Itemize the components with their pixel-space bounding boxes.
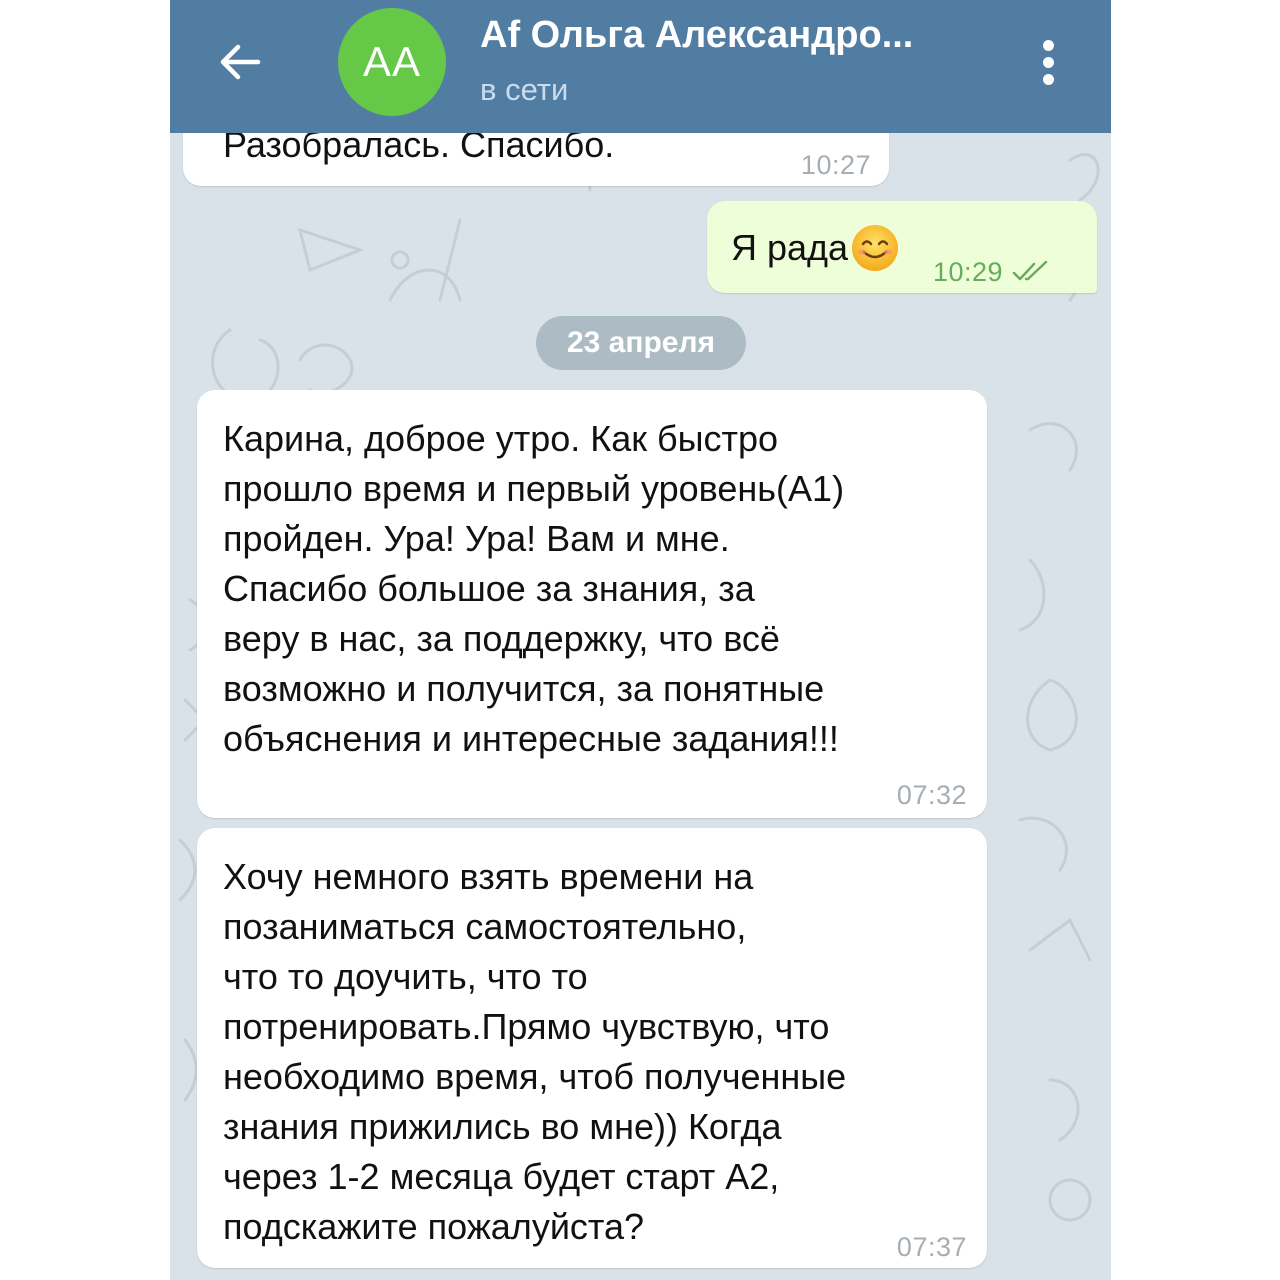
message-line: знания прижились во мне)) Когда	[223, 1106, 782, 1147]
message-line: потренировать.Прямо чувствую, что	[223, 1006, 830, 1047]
message-line: Спасибо большое за знания, за	[223, 568, 755, 609]
avatar-initials: AA	[362, 38, 422, 85]
date-separator: 23 апреля	[536, 316, 746, 370]
avatar[interactable]: AA	[338, 8, 446, 116]
message-text: Хочу немного взять времени на позанимать…	[223, 852, 973, 1252]
double-check-icon	[1012, 260, 1048, 281]
more-vert-icon	[1042, 39, 1054, 51]
incoming-message[interactable]: Хочу немного взять времени на позанимать…	[197, 828, 987, 1268]
message-time: 07:37	[896, 1232, 967, 1262]
back-button[interactable]	[214, 36, 266, 88]
message-line: что то доучить, что то	[223, 956, 588, 997]
more-menu-button[interactable]	[1030, 36, 1066, 88]
online-status: в сети	[480, 72, 569, 107]
message-line: Карина, доброе утро. Как быстро	[223, 418, 779, 459]
message-line: веру в нас, за поддержку, что всё	[223, 618, 780, 659]
smiling-face-icon	[852, 225, 899, 271]
message-line: подскажите пожалуйста?	[223, 1206, 645, 1247]
incoming-message[interactable]: Карина, доброе утро. Как быстро прошло в…	[197, 390, 987, 818]
arrow-left-icon	[220, 44, 261, 80]
message-line: через 1-2 месяца будет старт А2,	[223, 1156, 780, 1197]
message-line: объяснения и интересные задания!!!	[223, 718, 839, 759]
message-line: Хочу немного взять времени на	[223, 856, 754, 897]
chat-title[interactable]: Af Ольга Александро...	[480, 14, 990, 57]
message-meta: 10:29	[933, 247, 1051, 297]
message-line: пройден. Ура! Ура! Вам и мне.	[223, 518, 730, 559]
outgoing-message[interactable]: Я рада 10:29	[707, 201, 1097, 293]
message-time: 10:27	[800, 150, 871, 180]
message-line: позаниматься самостоятельно,	[223, 906, 747, 947]
message-content: Я рада	[731, 223, 900, 273]
message-time: 07:32	[896, 780, 967, 810]
chat-screen: AA Af Ольга Александро... в сети Разобра…	[170, 0, 1111, 1280]
message-line: прошло время и первый уровень(А1)	[223, 468, 845, 509]
message-line: необходимо время, чтоб полученные	[223, 1056, 847, 1097]
message-text: Карина, доброе утро. Как быстро прошло в…	[223, 414, 973, 764]
message-line: возможно и получится, за понятные	[223, 668, 825, 709]
message-time: 10:29	[933, 257, 1004, 287]
chat-header: AA Af Ольга Александро... в сети	[170, 0, 1111, 133]
message-text: Я рада	[731, 227, 849, 268]
